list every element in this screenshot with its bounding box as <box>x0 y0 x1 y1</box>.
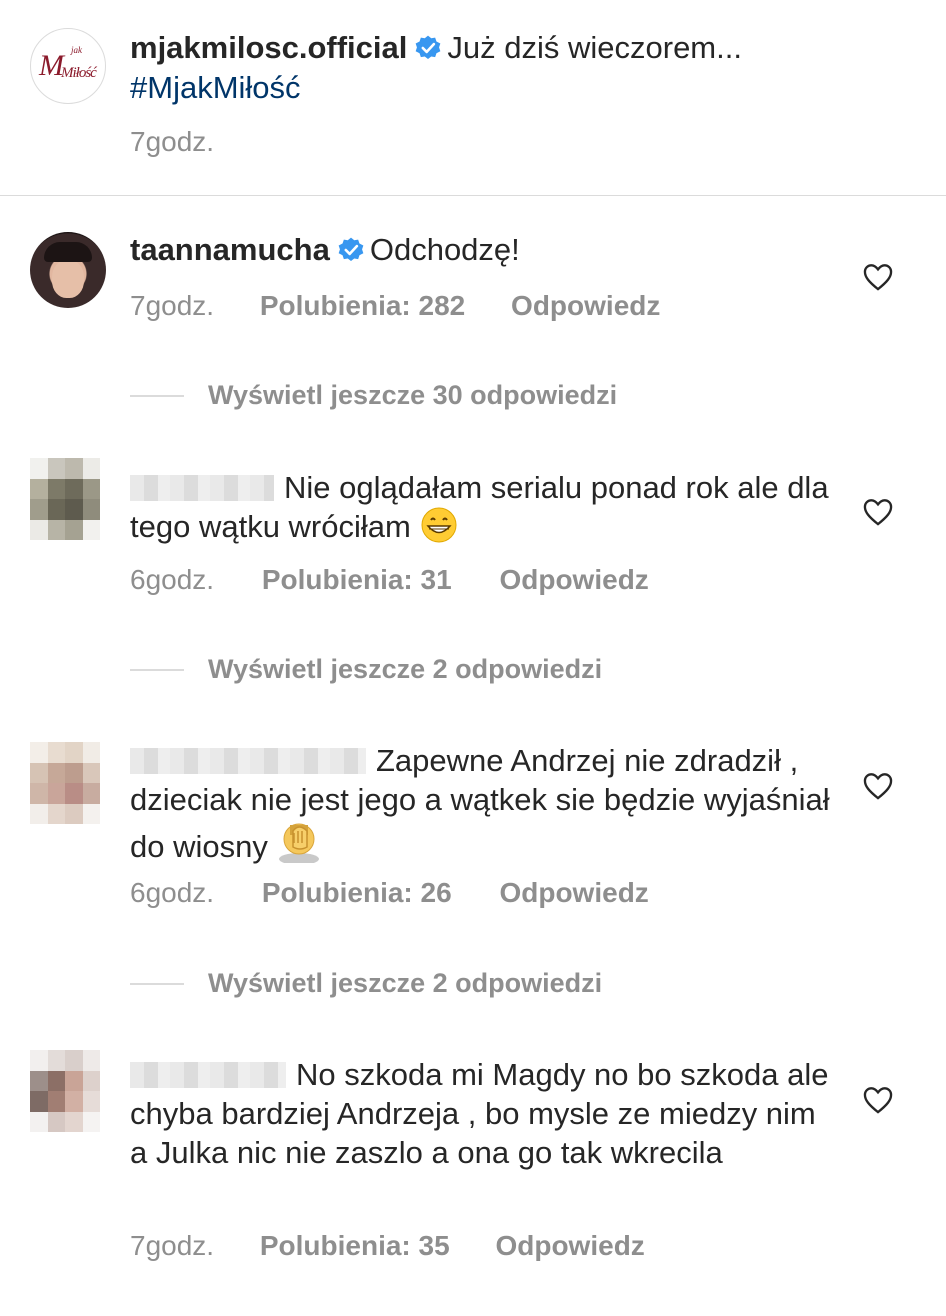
more-replies-line <box>130 983 184 985</box>
avatar[interactable] <box>30 742 100 824</box>
comment-meta: 6godz. Polubienia: 26 Odpowiedz <box>130 877 649 909</box>
post-caption: mjakmilosc.official Już dziś wieczorem...… <box>130 28 910 108</box>
likes-count[interactable]: Polubienia: 26 <box>262 877 452 908</box>
verified-badge-icon <box>338 237 364 262</box>
heart-icon[interactable] <box>863 498 893 526</box>
comment-time: 7godz. <box>130 1230 215 1261</box>
comment-meta: 6godz. Polubienia: 31 Odpowiedz <box>130 564 649 596</box>
view-more-replies-button[interactable]: Wyświetl jeszcze 2 odpowiedzi <box>208 968 602 999</box>
comment-body: Odchodzę! <box>369 232 520 267</box>
heart-icon[interactable] <box>863 772 893 800</box>
grinning-face-emoji <box>421 507 457 543</box>
comment-username[interactable]: taannamucha <box>130 232 330 267</box>
comment-time: 6godz. <box>130 564 215 595</box>
likes-count[interactable]: Polubienia: 31 <box>262 564 452 595</box>
reply-button[interactable]: Odpowiedz <box>511 290 660 321</box>
face-palm-emoji <box>279 823 320 863</box>
account-avatar-logo[interactable]: jak M Miłość <box>30 28 106 104</box>
post-time: 7godz. <box>130 126 215 157</box>
comment-time: 6godz. <box>130 877 215 908</box>
logo-m-text: M <box>39 49 64 82</box>
heart-icon[interactable] <box>863 1086 893 1114</box>
more-replies-line <box>130 395 184 397</box>
comment-text: Zapewne Andrzej nie zdradził , dzieciak … <box>130 741 830 866</box>
comment-text: Nie oglądałam serialu ponad rok ale dla … <box>130 468 830 546</box>
comment-meta: 7godz. Polubienia: 35 Odpowiedz <box>130 1230 645 1262</box>
avatar[interactable] <box>30 232 106 308</box>
post-hashtag[interactable]: #MjakMiłość <box>130 70 301 105</box>
logo-small-text: jak <box>71 45 82 55</box>
comment-time: 7godz. <box>130 290 215 321</box>
comment-text: No szkoda mi Magdy no bo szkoda ale chyb… <box>130 1055 830 1172</box>
comment-meta: 7godz. Polubienia: 282 Odpowiedz <box>130 290 660 322</box>
blurred-username[interactable] <box>130 748 366 774</box>
avatar[interactable] <box>30 458 100 540</box>
heart-icon[interactable] <box>863 263 893 291</box>
avatar[interactable] <box>30 1050 100 1132</box>
verified-badge-icon <box>416 35 441 60</box>
divider <box>0 195 946 196</box>
post-caption-text: Już dziś wieczorem... <box>447 30 742 65</box>
more-replies-line <box>130 669 184 671</box>
likes-count[interactable]: Polubienia: 282 <box>260 290 465 321</box>
blurred-username[interactable] <box>130 475 274 501</box>
reply-button[interactable]: Odpowiedz <box>499 564 648 595</box>
likes-count[interactable]: Polubienia: 35 <box>260 1230 450 1261</box>
view-more-replies-button[interactable]: Wyświetl jeszcze 2 odpowiedzi <box>208 654 602 685</box>
blurred-username[interactable] <box>130 1062 286 1088</box>
logo-text: Miłość <box>61 65 97 81</box>
view-more-replies-button[interactable]: Wyświetl jeszcze 30 odpowiedzi <box>208 380 617 411</box>
avatar-face <box>52 260 84 298</box>
post-username[interactable]: mjakmilosc.official <box>130 30 407 65</box>
avatar-hair <box>44 242 92 262</box>
reply-button[interactable]: Odpowiedz <box>499 877 648 908</box>
comment-text: taannamucha Odchodzę! <box>130 230 520 270</box>
reply-button[interactable]: Odpowiedz <box>495 1230 644 1261</box>
